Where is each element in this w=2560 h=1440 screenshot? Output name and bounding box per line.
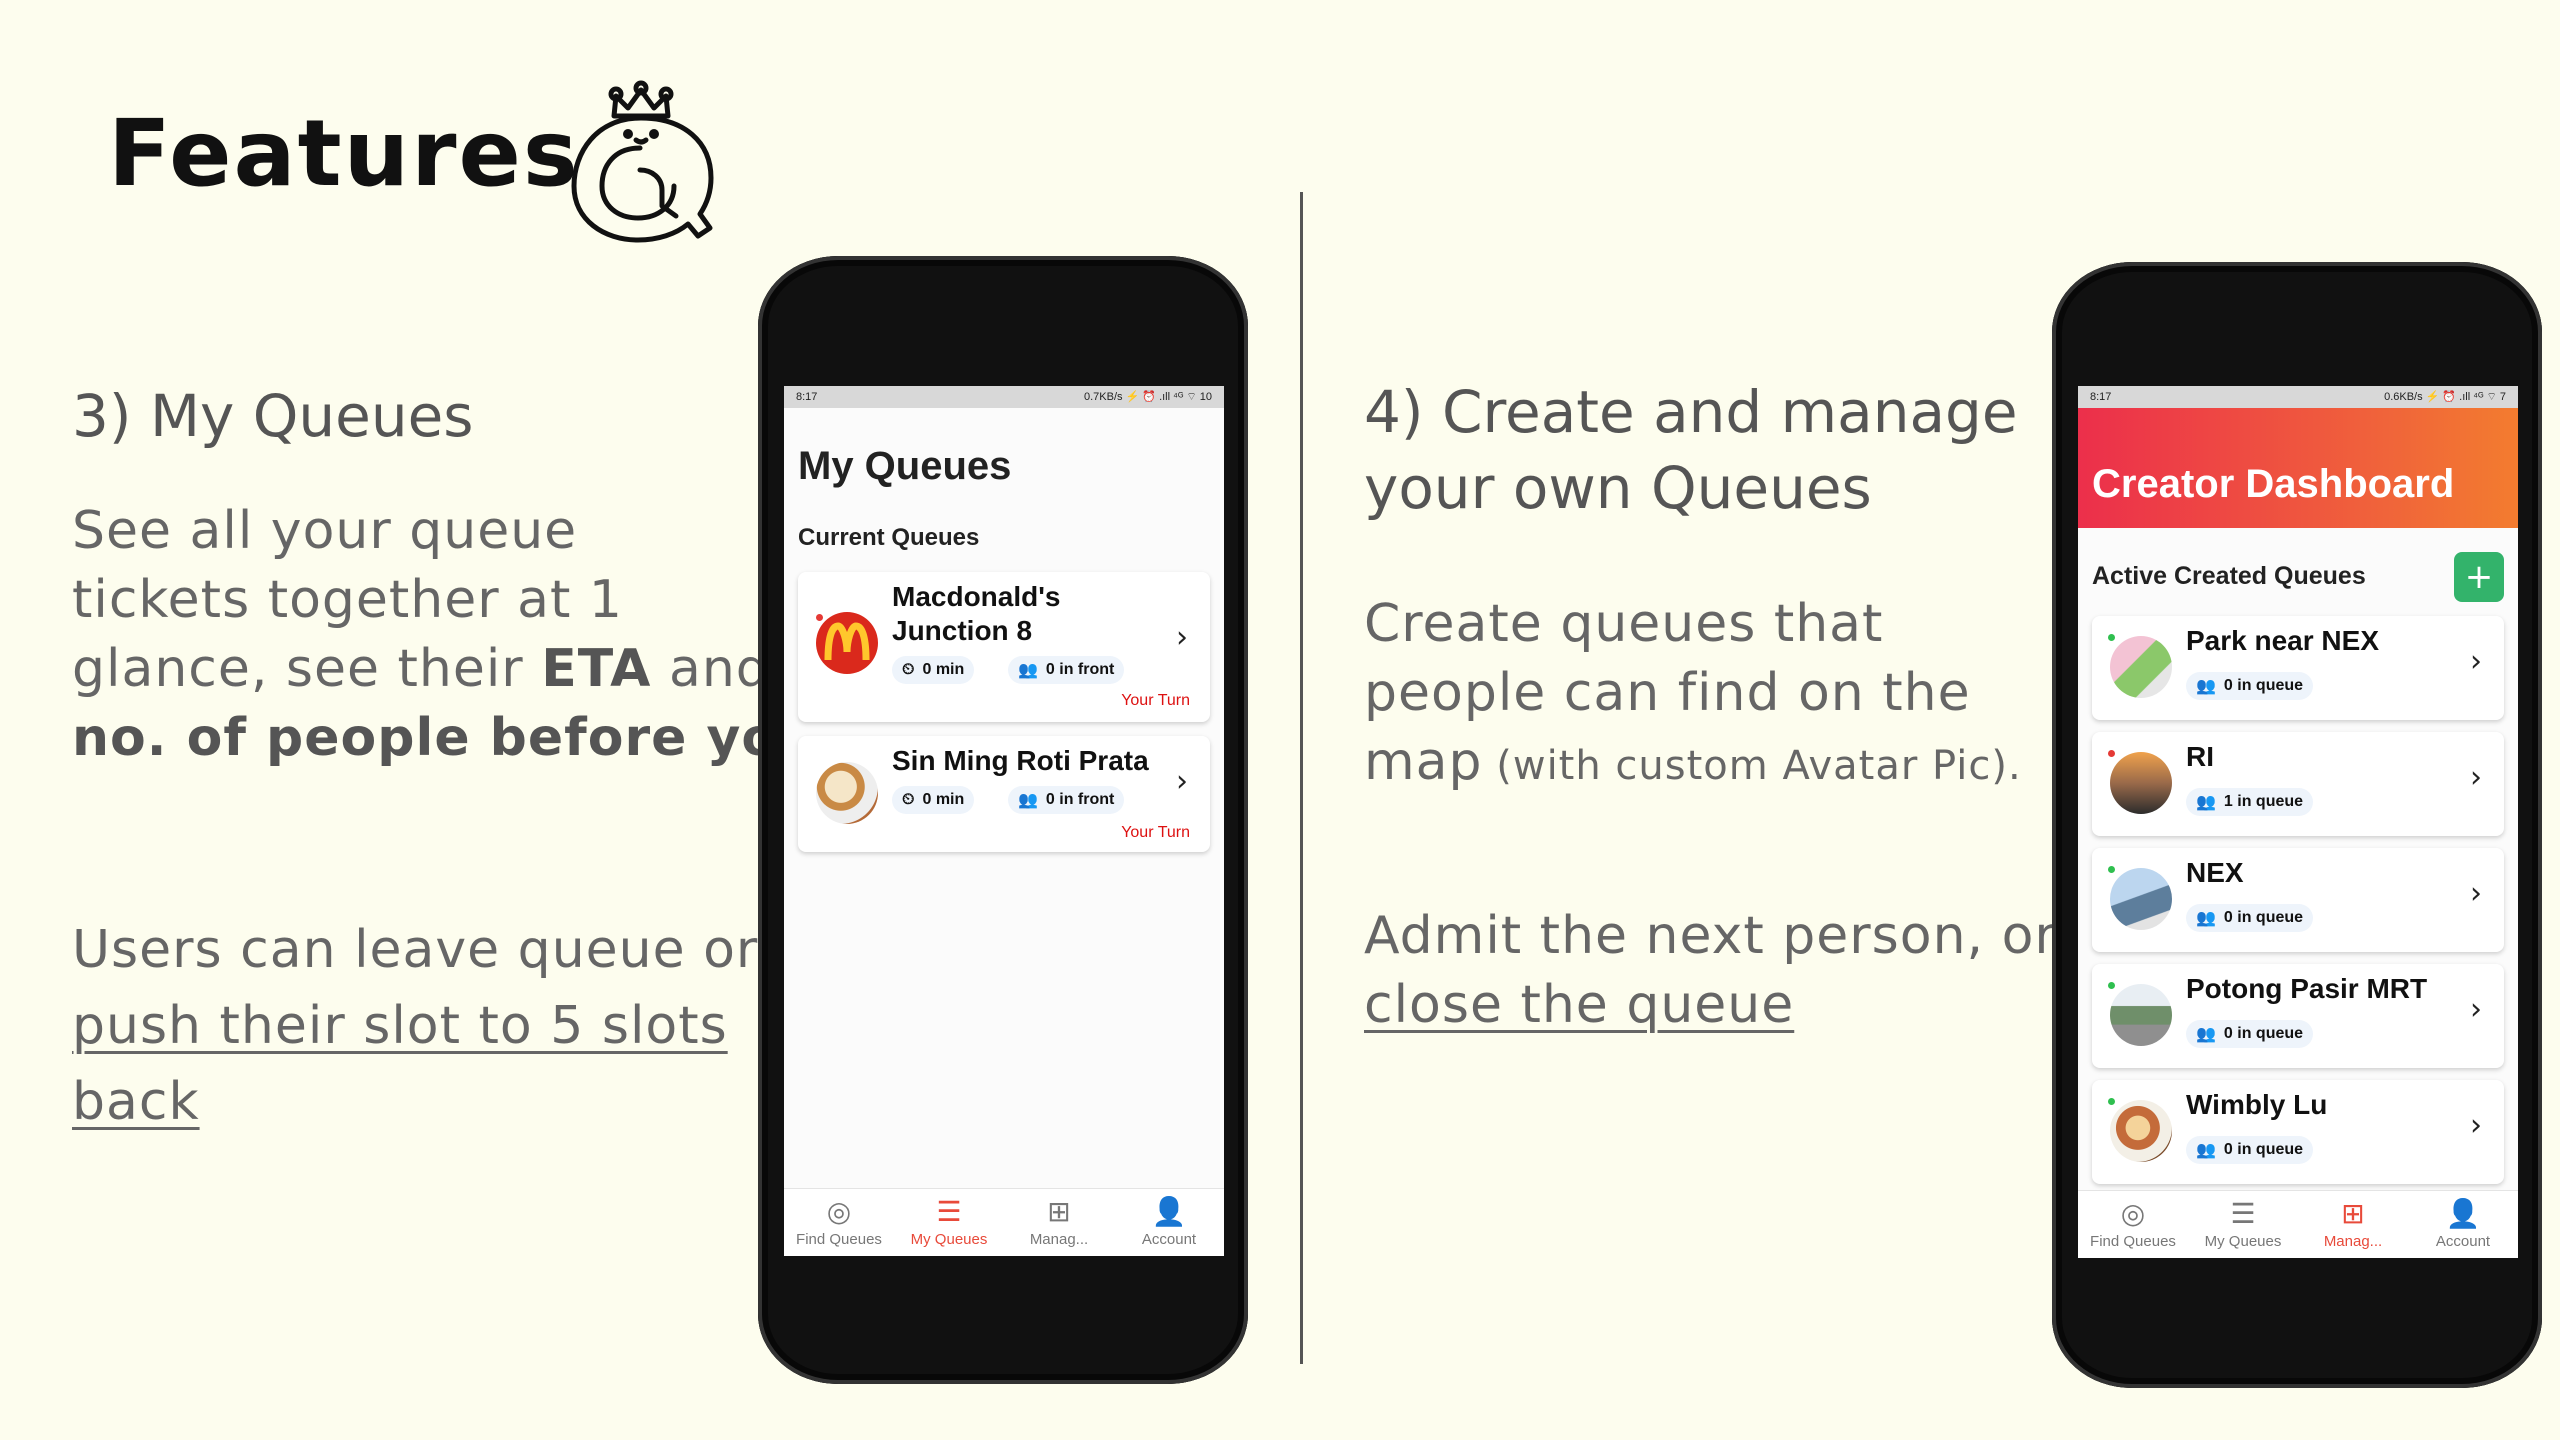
people-icon: 👥: [2196, 1142, 2216, 1159]
people-icon: 👥: [2196, 1026, 2216, 1043]
section-heading-my-queues: 3) My Queues: [72, 382, 474, 450]
my-queues-description: See all your queue tickets together at 1…: [72, 501, 837, 768]
chevron-right-icon[interactable]: ›: [2470, 992, 2482, 1027]
queue-count-chip: 👥 0 in queue: [2186, 904, 2314, 932]
chevron-right-icon[interactable]: ›: [2470, 1108, 2482, 1143]
user-icon: 👤: [2445, 1198, 2481, 1229]
phone-screen-my-queues: 8:17 0.7KB/s ⚡ ⏰ .ıll ⁴ᴳ ⌔ 10 My Queues …: [784, 386, 1224, 1256]
list-icon: ☰: [936, 1196, 962, 1227]
queue-card[interactable]: Sin Ming Roti Prata ⏲ 0 min 👥 0 in front ›…: [798, 736, 1210, 852]
status-bar: 8:17 0.6KB/s ⚡ ⏰ .ıll ⁴ᴳ ⌔ 7: [2078, 386, 2518, 408]
phone-screen-creator-dashboard: 8:17 0.6KB/s ⚡ ⏰ .ıll ⁴ᴳ ⌔ 7 Creator Das…: [2078, 386, 2518, 1258]
people-in-front-chip: 👥 0 in front: [1008, 656, 1125, 684]
queue-count-chip: 👥 0 in queue: [2186, 1136, 2314, 1164]
people-in-front-chip: 👥 0 in front: [1008, 786, 1125, 814]
queue-name: Macdonald's Junction 8: [892, 581, 1061, 646]
screen-title: Creator Dashboard: [2092, 462, 2455, 506]
status-dot: [2108, 750, 2115, 757]
status-text: Your Turn: [1121, 692, 1190, 709]
eta-chip: ⏲ 0 min: [892, 656, 975, 684]
slide-title: Features: [108, 100, 580, 207]
dashboard-header: Creator Dashboard: [2078, 408, 2518, 528]
user-icon: 👤: [1151, 1196, 1187, 1227]
status-dot: [2108, 634, 2115, 641]
status-bar: 8:17 0.7KB/s ⚡ ⏰ .ıll ⁴ᴳ ⌔ 10: [784, 386, 1224, 408]
add-square-icon: ⊞: [1047, 1196, 1071, 1227]
queue-name: RI: [2186, 741, 2214, 772]
admit-close-description: Admit the next person, or close the queu…: [1364, 906, 2057, 1035]
queue-card[interactable]: Potong Pasir MRT 👥 0 in queue ›: [2092, 964, 2504, 1068]
queue-mascot-logo-icon: [571, 80, 714, 243]
active-queues-label: Active Created Queues: [2092, 562, 2366, 590]
queue-count-chip: 👥 0 in queue: [2186, 672, 2314, 700]
nav-manage[interactable]: ⊞ Manag...: [2298, 1191, 2408, 1258]
radar-icon: ◎: [2120, 1198, 2146, 1229]
queue-name: Potong Pasir MRT: [2186, 973, 2428, 1004]
queue-name: Sin Ming Roti Prata: [892, 745, 1149, 776]
phone-creator-dashboard: 8:17 0.6KB/s ⚡ ⏰ .ıll ⁴ᴳ ⌔ 7 Creator Das…: [2052, 262, 2542, 1388]
queue-card[interactable]: Wimbly Lu 👥 0 in queue ›: [2092, 1080, 2504, 1184]
nav-account[interactable]: 👤 Account: [2408, 1191, 2518, 1258]
queue-count-chip: 👥 0 in queue: [2186, 1020, 2314, 1048]
status-dot: [2108, 866, 2115, 873]
mcdonalds-logo-icon: [816, 612, 878, 674]
status-dot: [816, 614, 823, 621]
bottom-nav: ◎ Find Queues ☰ My Queues ⊞ Manag... 👤 Accou…: [2078, 1190, 2518, 1258]
add-square-icon: ⊞: [2341, 1198, 2365, 1229]
phone-my-queues: 8:17 0.7KB/s ⚡ ⏰ .ıll ⁴ᴳ ⌔ 10 My Queues …: [758, 256, 1248, 1384]
queue-avatar: [2110, 868, 2172, 930]
current-queues-label: Current Queues: [798, 524, 980, 551]
queue-card[interactable]: Macdonald's Junction 8 ⏲ 0 min 👥 0 in fron…: [798, 572, 1210, 722]
queue-avatar: [2110, 1100, 2172, 1162]
nav-account[interactable]: 👤 Account: [1114, 1189, 1224, 1256]
chevron-right-icon[interactable]: ›: [1176, 620, 1188, 655]
queue-name: NEX: [2186, 857, 2244, 888]
queue-avatar: [2110, 752, 2172, 814]
queue-card[interactable]: Park near NEX 👥 0 in queue ›: [2092, 616, 2504, 720]
status-dot: [2108, 982, 2115, 989]
section-divider: [1300, 192, 1303, 1364]
chevron-right-icon[interactable]: ›: [1176, 764, 1188, 799]
clock-icon: ⏲: [902, 791, 915, 808]
nav-find-queues[interactable]: ◎ Find Queues: [784, 1189, 894, 1256]
list-icon: ☰: [2230, 1198, 2256, 1229]
people-icon: 👥: [1018, 792, 1038, 809]
roti-prata-avatar: [816, 762, 878, 824]
chevron-right-icon[interactable]: ›: [2470, 644, 2482, 679]
clock-icon: ⏲: [902, 661, 915, 678]
add-queue-button[interactable]: +: [2454, 552, 2504, 602]
people-icon: 👥: [2196, 910, 2216, 927]
people-icon: 👥: [1018, 662, 1038, 679]
create-queues-description: Create queues that people can find on th…: [1364, 594, 2022, 792]
status-dot: [2108, 1098, 2115, 1105]
queue-card[interactable]: RI 👥 1 in queue ›: [2092, 732, 2504, 836]
people-icon: 👥: [2196, 794, 2216, 811]
nav-my-queues[interactable]: ☰ My Queues: [894, 1189, 1004, 1256]
queue-avatar: [2110, 636, 2172, 698]
leave-queue-description: Users can leave queue or push their slot…: [72, 920, 759, 1132]
eta-chip: ⏲ 0 min: [892, 786, 975, 814]
chevron-right-icon[interactable]: ›: [2470, 760, 2482, 795]
screen-title: My Queues: [798, 444, 1012, 488]
bottom-nav: ◎ Find Queues ☰ My Queues ⊞ Manag... 👤 Accou…: [784, 1188, 1224, 1256]
people-icon: 👥: [2196, 678, 2216, 695]
queue-card[interactable]: NEX 👥 0 in queue ›: [2092, 848, 2504, 952]
nav-my-queues[interactable]: ☰ My Queues: [2188, 1191, 2298, 1258]
chevron-right-icon[interactable]: ›: [2470, 876, 2482, 911]
radar-icon: ◎: [826, 1196, 852, 1227]
status-text: Your Turn: [1121, 824, 1190, 841]
queue-name: Wimbly Lu: [2186, 1089, 2328, 1120]
nav-find-queues[interactable]: ◎ Find Queues: [2078, 1191, 2188, 1258]
nav-manage[interactable]: ⊞ Manag...: [1004, 1189, 1114, 1256]
queue-avatar: [2110, 984, 2172, 1046]
queue-count-chip: 👥 1 in queue: [2186, 788, 2314, 816]
section-heading-create-queues: 4) Create and manage your own Queues: [1364, 378, 2018, 522]
queue-name: Park near NEX: [2186, 625, 2379, 656]
